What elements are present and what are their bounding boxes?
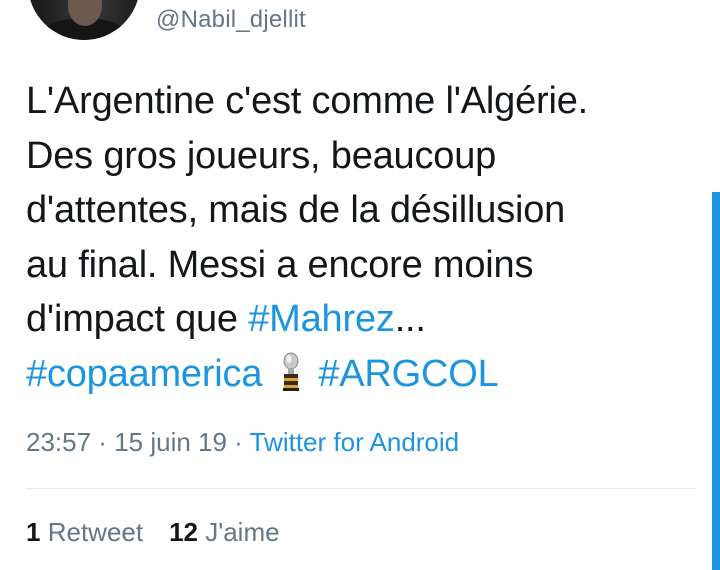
tweet-text: L'Argentine c'est comme l'Algérie. Des g… <box>26 74 706 401</box>
meta-separator-2: · <box>226 427 250 457</box>
meta-separator-1: · <box>91 427 115 457</box>
likes-stat[interactable]: 12 J'aime <box>169 517 279 547</box>
tweet-line-4: au final. Messi a encore moins <box>26 243 534 286</box>
retweets-stat[interactable]: 1 Retweet <box>26 517 143 547</box>
tweet-line-6: #copaamerica #ARGCOL <box>26 347 706 402</box>
user-handle[interactable]: @Nabil_djellit <box>156 6 306 34</box>
hashtag-mahrez[interactable]: #Mahrez <box>248 298 395 340</box>
avatar[interactable] <box>28 0 140 40</box>
likes-count: 12 <box>169 517 199 547</box>
tweet-line-2: Des gros joueurs, beaucoup <box>26 134 497 177</box>
tweet-stats: 1 Retweet 12 J'aime <box>26 517 280 548</box>
tweet-time: 23:57 <box>26 427 92 457</box>
retweets-count: 1 <box>26 517 41 547</box>
tweet-date: 15 juin 19 <box>114 427 227 457</box>
divider <box>26 488 696 489</box>
tweet-line-5: d'impact que #Mahrez... <box>26 292 706 347</box>
hashtag-argcol[interactable]: #ARGCOL <box>318 353 498 395</box>
likes-label: J'aime <box>205 517 280 547</box>
tweet-line-3: d'attentes, mais de la désillusion <box>26 189 566 231</box>
tweet-detail-view: @Nabil_djellit L'Argentine c'est comme l… <box>0 0 720 570</box>
trophy-icon <box>283 352 300 391</box>
retweets-label: Retweet <box>47 517 144 547</box>
tweet-line-1: L'Argentine c'est comme l'Algérie. <box>26 80 588 122</box>
tweet-meta: 23:57 · 15 juin 19 · Twitter for Android <box>26 427 459 458</box>
tweet-line-5-prefix: d'impact que <box>26 298 249 340</box>
scrollbar[interactable] <box>712 192 720 570</box>
hashtag-copaamerica[interactable]: #copaamerica <box>26 353 262 395</box>
tweet-source-link[interactable]: Twitter for Android <box>250 427 460 457</box>
tweet-line-5-suffix: ... <box>394 298 426 340</box>
